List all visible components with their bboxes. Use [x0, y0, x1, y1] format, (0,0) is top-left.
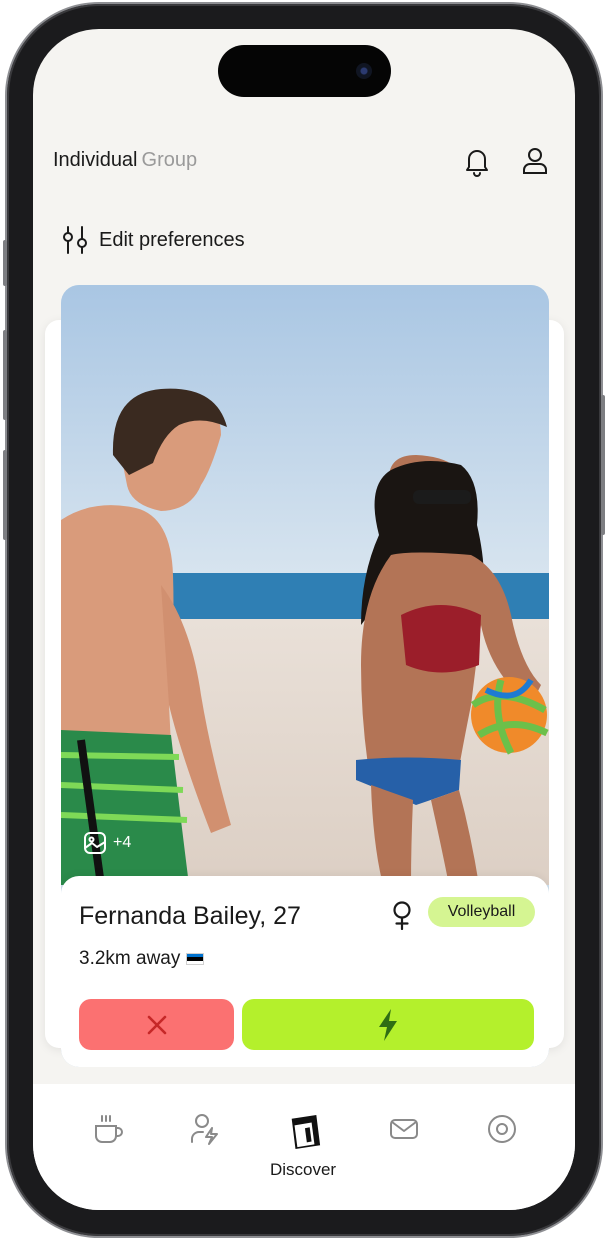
photo-count-label: +4: [113, 834, 132, 851]
bottom-tab-bar: Discover: [33, 1084, 575, 1210]
header-actions: [461, 145, 551, 177]
edit-preferences-link[interactable]: Edit preferences: [61, 225, 245, 255]
estonia-flag-icon: [186, 953, 205, 965]
gallery-icon: [84, 832, 106, 854]
tab-target[interactable]: [484, 1112, 520, 1152]
profile-info-panel: Fernanda Bailey, 27 Volleyball 3.2km awa…: [61, 876, 549, 1067]
action-button: [3, 240, 7, 286]
dynamic-island: [218, 45, 391, 97]
profile-name-age: Fernanda Bailey, 27: [79, 902, 301, 930]
power-button: [601, 395, 605, 535]
profile-photo[interactable]: [61, 285, 549, 885]
mail-icon: [390, 1119, 418, 1139]
bell-icon[interactable]: [461, 145, 493, 177]
distance-label: 3.2km away: [79, 948, 181, 969]
volume-up-button: [3, 330, 7, 420]
sliders-icon: [63, 226, 87, 254]
sport-badge: Volleyball: [428, 897, 535, 927]
edit-preferences-label: Edit preferences: [99, 228, 245, 251]
tab-individual[interactable]: Individual: [53, 149, 138, 171]
volume-down-button: [3, 450, 7, 540]
like-button[interactable]: [242, 999, 534, 1050]
lightning-icon: [379, 1008, 397, 1041]
tab-discover[interactable]: [286, 1112, 322, 1152]
discover-icon: [291, 1114, 321, 1150]
tab-messages[interactable]: [386, 1112, 422, 1152]
photo-count-indicator[interactable]: +4: [83, 831, 131, 855]
user-lightning-icon: [191, 1114, 218, 1145]
target-icon: [488, 1115, 516, 1143]
mode-tabs: Individual Group: [53, 149, 197, 172]
tab-matches[interactable]: [187, 1112, 223, 1152]
profile-card[interactable]: +4 Fernanda Bailey, 27 Volleyball 3.2km …: [61, 285, 549, 1067]
female-symbol-icon: [393, 901, 411, 930]
profile-icon[interactable]: [519, 145, 551, 177]
close-icon: [147, 1015, 166, 1034]
app-screen: Individual Group Edit preferences +4 Fer…: [33, 29, 575, 1210]
tab-discover-label: Discover: [269, 1160, 337, 1179]
coffee-cup-icon: [95, 1115, 123, 1143]
pass-button[interactable]: [79, 999, 234, 1050]
tab-coffee[interactable]: [90, 1112, 126, 1152]
tab-group[interactable]: Group: [142, 149, 198, 171]
front-camera: [356, 63, 372, 79]
distance-row: 3.2km away: [79, 948, 205, 970]
